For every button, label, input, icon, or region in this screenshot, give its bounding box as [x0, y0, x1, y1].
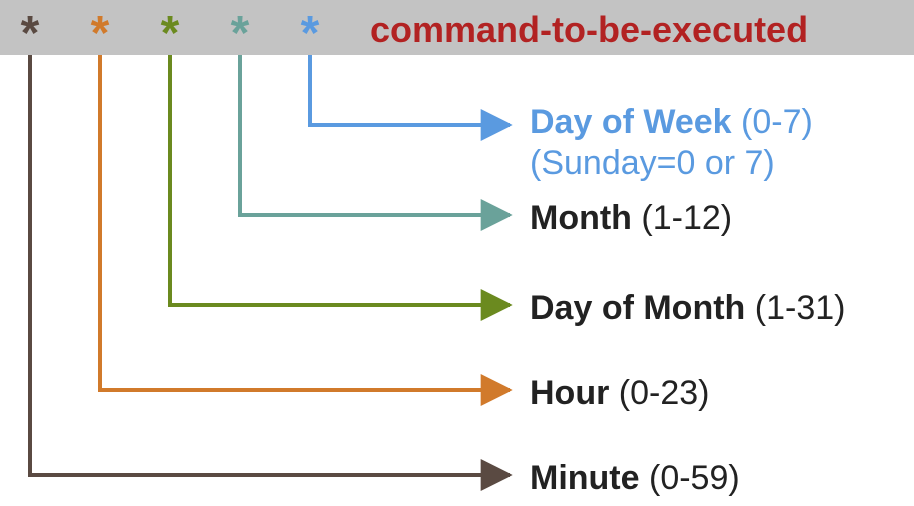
label-minute-range: (0-59) [649, 459, 740, 497]
line-hour [100, 55, 510, 390]
label-month: Month (1-12) [530, 198, 732, 239]
line-day-of-week [310, 55, 510, 125]
label-minute: Minute (0-59) [530, 458, 740, 499]
label-day-of-week-note: (Sunday=0 or 7) [530, 143, 813, 184]
label-day-of-week-range: (0-7) [741, 103, 813, 141]
label-minute-name: Minute [530, 459, 640, 497]
line-minute [30, 55, 510, 475]
label-month-name: Month [530, 199, 632, 237]
command-placeholder: command-to-be-executed [370, 12, 808, 48]
star-day-of-week: * [301, 10, 320, 58]
label-day-of-month-range: (1-31) [755, 289, 846, 327]
label-hour-name: Hour [530, 374, 609, 412]
star-day-of-month: * [161, 10, 180, 58]
connector-lines [0, 0, 914, 506]
label-day-of-week: Day of Week (0-7) (Sunday=0 or 7) [530, 102, 813, 184]
line-month [240, 55, 510, 215]
label-month-range: (1-12) [641, 199, 732, 237]
label-hour-range: (0-23) [619, 374, 710, 412]
label-day-of-week-name: Day of Week [530, 103, 732, 141]
label-hour: Hour (0-23) [530, 373, 709, 414]
star-month: * [231, 10, 250, 58]
star-minute: * [21, 10, 40, 58]
label-day-of-month-name: Day of Month [530, 289, 745, 327]
star-hour: * [91, 10, 110, 58]
cron-syntax-diagram: * * * * * command-to-be-executed [0, 0, 914, 506]
label-day-of-month: Day of Month (1-31) [530, 288, 845, 329]
line-day-of-month [170, 55, 510, 305]
